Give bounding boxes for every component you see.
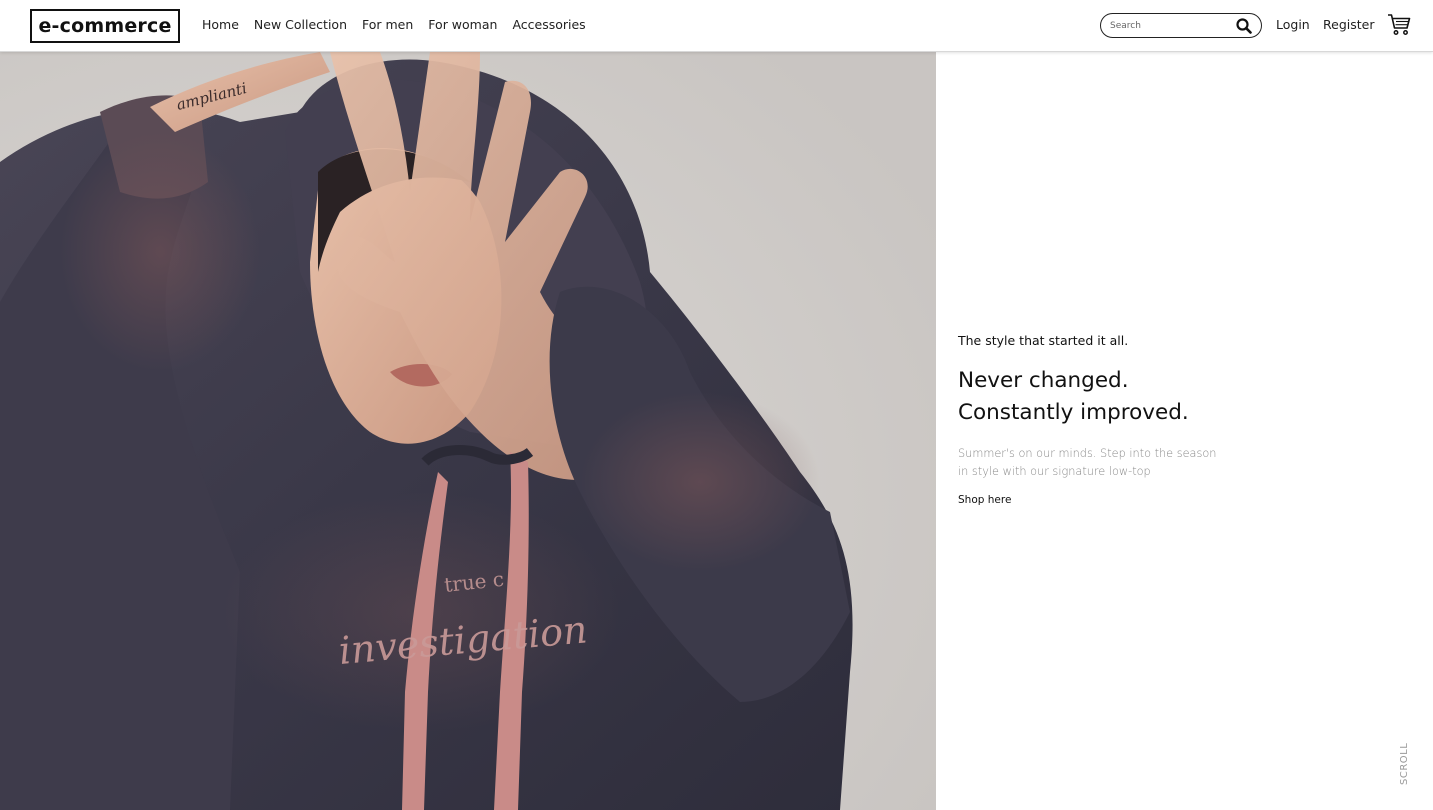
nav-accessories[interactable]: Accessories — [512, 17, 585, 32]
hero-kicker: The style that started it all. — [958, 333, 1129, 348]
main-nav: Home New Collection For men For woman Ac… — [202, 17, 601, 32]
search-input[interactable] — [1110, 20, 1230, 31]
login-link[interactable]: Login — [1276, 17, 1310, 32]
hero-description: Summer's on our minds. Step into the sea… — [958, 447, 1217, 478]
headline-line-1: Never changed. — [958, 368, 1129, 393]
nav-home[interactable]: Home — [202, 17, 239, 32]
cart-icon[interactable] — [1387, 12, 1411, 36]
hooded-model-photo: amplianti true c investigation — [0, 52, 936, 810]
nav-new-collection[interactable]: New Collection — [254, 17, 347, 32]
search-icon[interactable] — [1236, 18, 1252, 34]
search-box — [1100, 13, 1262, 38]
hero-copy: The style that started it all. Never cha… — [958, 333, 1258, 507]
nav-for-men[interactable]: For men — [362, 17, 413, 32]
hero-image: amplianti true c investigation — [0, 52, 936, 810]
scroll-indicator[interactable]: SCROLL — [1399, 743, 1410, 785]
hero-headline: Never changed. Constantly improved. — [958, 365, 1258, 429]
brand-logo[interactable]: e-commerce — [30, 9, 180, 43]
register-link[interactable]: Register — [1323, 17, 1374, 32]
site-header: e-commerce Home New Collection For men F… — [0, 0, 1433, 52]
shop-here-link[interactable]: Shop here — [958, 494, 1011, 506]
nav-for-woman[interactable]: For woman — [428, 17, 497, 32]
headline-line-2: Constantly improved. — [958, 400, 1189, 425]
